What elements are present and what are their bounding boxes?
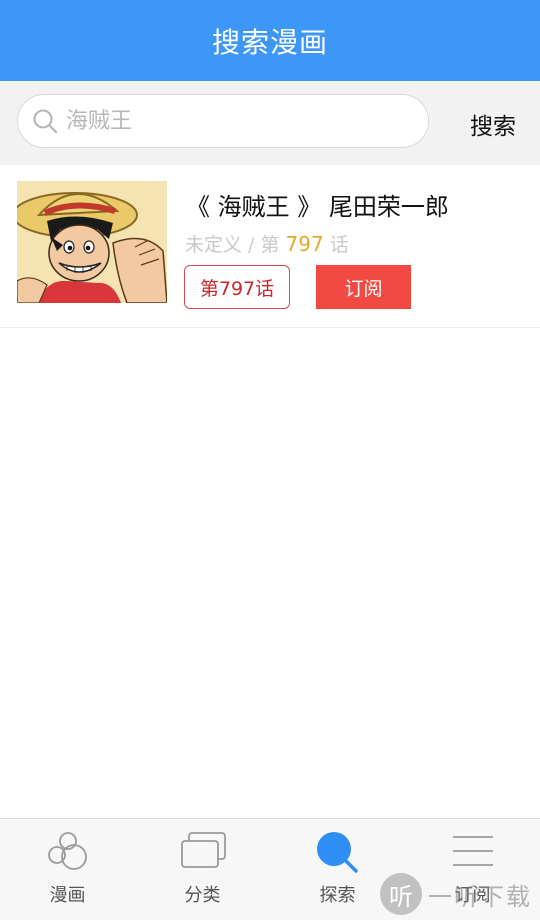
tab-manga[interactable]: 漫画: [0, 819, 135, 921]
latest-chapter-button[interactable]: 第797话: [184, 265, 290, 309]
comic-cover[interactable]: [17, 181, 167, 303]
subscribe-button[interactable]: 订阅: [316, 265, 411, 309]
watermark-logo: 听: [380, 873, 422, 915]
subscribe-list-icon: [453, 836, 493, 866]
watermark: 听 一听下载: [380, 872, 532, 916]
app-header: 搜索漫画: [0, 0, 540, 81]
search-icon: [33, 109, 58, 134]
category-icon: [181, 832, 226, 868]
comic-meta: 未定义 / 第 797 话: [185, 230, 349, 257]
chapter-count: 797: [285, 232, 324, 256]
luffy-cover-image: [17, 181, 167, 303]
comic-status: 未定义 / 第: [185, 234, 280, 256]
tab-category[interactable]: 分类: [135, 819, 270, 921]
comic-title[interactable]: 《 海贼王 》 尾田荣一郎: [186, 187, 449, 222]
manga-icon: [48, 832, 87, 870]
search-bar: 搜索: [0, 81, 540, 165]
search-button[interactable]: 搜索: [470, 107, 516, 141]
search-result-item[interactable]: 《 海贼王 》 尾田荣一郎 未定义 / 第 797 话 第797话 订阅: [0, 165, 540, 328]
tab-label: 漫画: [49, 885, 86, 906]
explore-icon: [317, 832, 358, 873]
search-box[interactable]: [17, 94, 429, 148]
page-title: 搜索漫画: [211, 25, 328, 59]
tab-label: 分类: [184, 885, 221, 906]
chapter-suffix: 话: [329, 234, 349, 256]
watermark-text: 一听下载: [428, 882, 532, 911]
search-input[interactable]: [64, 107, 388, 135]
